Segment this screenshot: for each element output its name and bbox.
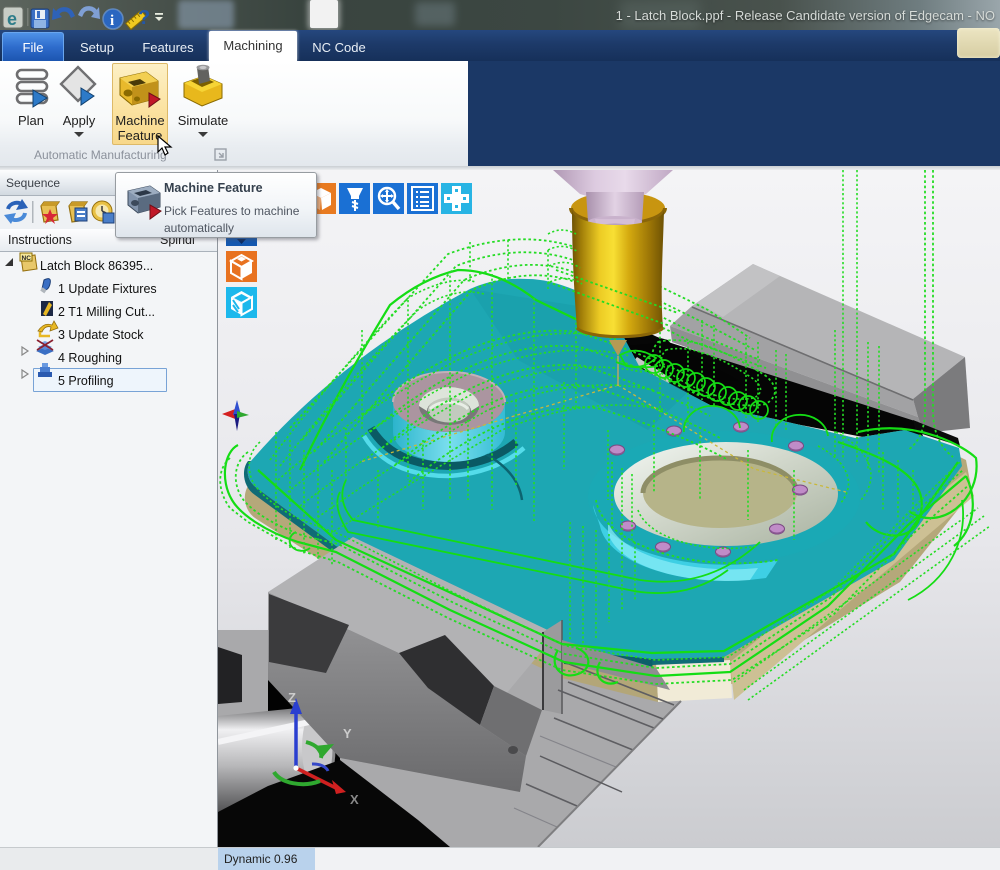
svg-text:?: ? [138, 7, 150, 29]
svg-text:X: X [350, 792, 359, 807]
svg-text:Z: Z [288, 690, 296, 705]
svg-text:i: i [110, 13, 114, 29]
svg-text:Y: Y [343, 726, 352, 741]
svg-text:NC: NC [22, 255, 32, 262]
svg-text:e: e [7, 9, 17, 29]
